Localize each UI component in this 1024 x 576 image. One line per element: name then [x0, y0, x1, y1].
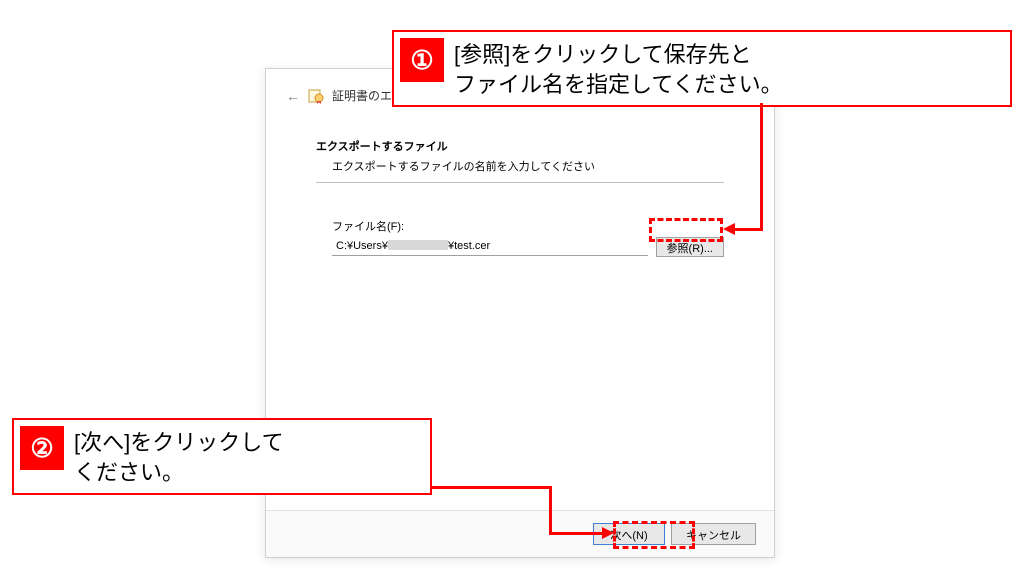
file-name-row: C:¥Users¥ ¥test.cer 参照(R)... [316, 237, 724, 257]
annotation-text-2: [次へ]をクリックして ください。 [74, 426, 284, 487]
file-path-suffix: ¥test.cer [448, 240, 490, 252]
section-title: エクスポートするファイル [316, 138, 724, 154]
next-button[interactable]: 次へ(N) [593, 523, 665, 545]
file-name-label: ファイル名(F): [316, 218, 724, 234]
back-arrow-icon[interactable]: ← [286, 88, 300, 104]
redacted-path-segment [388, 240, 448, 250]
annotation-text-1: [参照]をクリックして保存先と ファイル名を指定してください。 [454, 38, 783, 99]
section-description: エクスポートするファイルの名前を入力してください [316, 158, 724, 183]
certificate-icon [308, 88, 324, 104]
annotation-badge-2: ② [20, 426, 64, 470]
dialog-footer: 次へ(N) キャンセル [266, 510, 774, 557]
dialog-content: エクスポートするファイル エクスポートするファイルの名前を入力してください ファ… [266, 108, 774, 257]
file-name-input[interactable]: C:¥Users¥ ¥test.cer [332, 238, 648, 256]
cancel-button[interactable]: キャンセル [671, 523, 756, 545]
annotation-callout-1: ① [参照]をクリックして保存先と ファイル名を指定してください。 [392, 30, 1012, 107]
annotation-badge-1: ① [400, 38, 444, 82]
file-path-prefix: C:¥Users¥ [336, 240, 388, 252]
annotation-callout-2: ② [次へ]をクリックして ください。 [12, 418, 432, 495]
browse-button[interactable]: 参照(R)... [656, 237, 724, 257]
